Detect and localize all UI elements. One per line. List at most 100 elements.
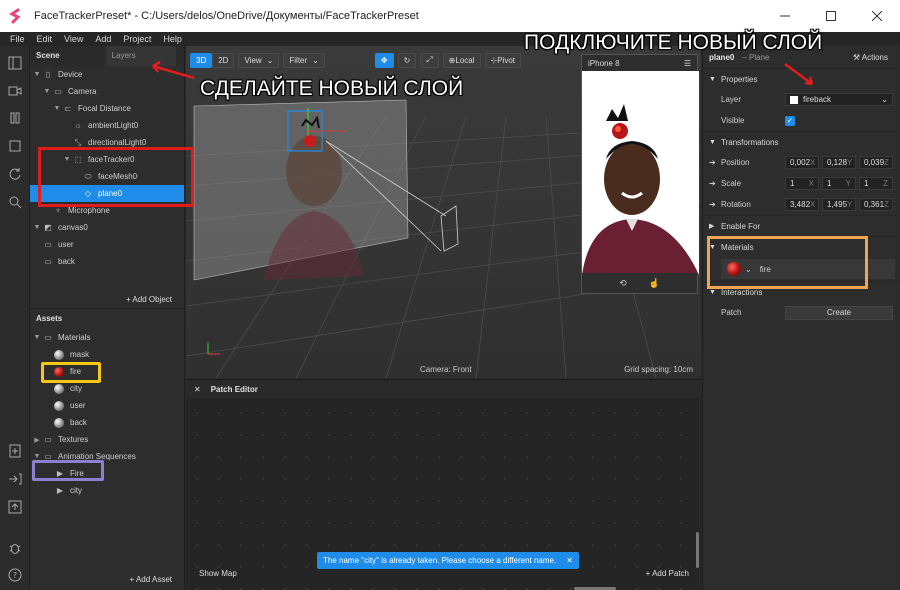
- keyframe-arrow-icon[interactable]: ➔: [709, 200, 721, 209]
- scale-x-field[interactable]: 1X: [785, 177, 819, 190]
- chevron-down-icon: ⌄: [266, 55, 274, 65]
- scale-tool-button[interactable]: ⤢: [420, 52, 439, 68]
- asset-item-city-sequence[interactable]: ▶ city: [30, 482, 184, 499]
- vertical-scrollbar[interactable]: [696, 532, 699, 568]
- tab-layers[interactable]: Layers: [105, 46, 176, 66]
- caret-down-icon[interactable]: ▼: [42, 88, 52, 95]
- touch-icon[interactable]: ☝: [649, 278, 660, 289]
- add-asset-button[interactable]: + Add Asset: [130, 575, 172, 584]
- tree-item-ambient-light[interactable]: ☼ ambientLight0: [30, 117, 184, 134]
- pivot-toggle[interactable]: ⊹ Pivot: [484, 52, 521, 68]
- menu-view[interactable]: View: [58, 34, 89, 44]
- minimize-button[interactable]: [762, 0, 808, 32]
- add-object-button[interactable]: + Add Object: [126, 295, 172, 304]
- add-patch-button[interactable]: + Add Patch: [646, 569, 689, 578]
- layout-icon[interactable]: [8, 56, 22, 70]
- tree-item-device[interactable]: ▼ ▯ Device: [30, 66, 184, 83]
- close-window-button[interactable]: [854, 0, 900, 32]
- search-icon[interactable]: [8, 195, 22, 209]
- move-tool-button[interactable]: ✥: [374, 52, 394, 68]
- close-patch-editor-icon[interactable]: ✕: [194, 385, 201, 394]
- caret-right-icon[interactable]: ▶: [32, 436, 42, 444]
- move-icon: ✥: [380, 55, 388, 65]
- add-file-icon[interactable]: [8, 444, 22, 458]
- create-patch-button[interactable]: Create: [785, 305, 893, 320]
- tree-item-camera[interactable]: ▼ ▭ Camera: [30, 83, 184, 100]
- rotation-z-field[interactable]: 0,361 Z: [859, 198, 893, 211]
- close-toast-icon[interactable]: ✕: [566, 556, 573, 565]
- rotation-x-value: 3,482: [790, 200, 811, 209]
- asset-item-mask[interactable]: mask: [30, 346, 184, 363]
- section-transformations[interactable]: ▼ Transformations: [703, 131, 900, 152]
- view-dropdown[interactable]: View ⌄: [238, 52, 280, 68]
- stop-icon[interactable]: [8, 139, 22, 153]
- preview-image: [582, 71, 699, 275]
- menu-help[interactable]: Help: [157, 34, 188, 44]
- asset-item-back[interactable]: back: [30, 414, 184, 431]
- rotate-tool-button[interactable]: ↻: [397, 52, 417, 68]
- local-toggle[interactable]: ⊕ Local: [442, 52, 481, 68]
- device-preview[interactable]: iPhone 8 ☰ ⟲ ☝: [581, 54, 699, 294]
- keyframe-arrow-icon[interactable]: ➔: [709, 158, 721, 167]
- asset-item-user[interactable]: user: [30, 397, 184, 414]
- scale-y-field[interactable]: 1Y: [822, 177, 856, 190]
- device-icon: ▯: [45, 70, 51, 79]
- menu-file[interactable]: File: [0, 34, 31, 44]
- asset-label: user: [70, 401, 86, 410]
- section-transformations-label: Transformations: [721, 137, 779, 147]
- tree-item-focal-distance[interactable]: ▼ ⊏ Focal Distance: [30, 100, 184, 117]
- caret-down-icon[interactable]: ▼: [52, 105, 62, 112]
- asset-folder-materials[interactable]: ▼ ▭ Materials: [30, 329, 184, 346]
- import-icon[interactable]: [8, 472, 22, 486]
- menu-edit[interactable]: Edit: [31, 34, 59, 44]
- actions-label: Actions: [861, 52, 888, 62]
- patch-editor-title: Patch Editor: [210, 384, 258, 394]
- annotation-new-layer: СДЕЛАЙТЕ НОВЫЙ СЛОЙ: [200, 77, 464, 100]
- view-3d-button[interactable]: 3D: [190, 52, 213, 68]
- menu-project[interactable]: Project: [117, 34, 157, 44]
- visible-checkbox[interactable]: ✓: [785, 115, 795, 126]
- position-y-field[interactable]: 0,128 Y: [822, 156, 856, 169]
- keyframe-arrow-icon[interactable]: ➔: [709, 179, 721, 188]
- position-y-value: 0,128: [827, 158, 848, 167]
- toast-message: The name "city" is already taken. Please…: [323, 556, 557, 565]
- add-patch-label: Add Patch: [652, 569, 689, 578]
- tree-item-canvas[interactable]: ▼ ◩ canvas0: [30, 219, 184, 236]
- rotation-x-field[interactable]: 3,482 X: [785, 198, 819, 211]
- refresh-icon[interactable]: [8, 167, 22, 181]
- camera-switch-icon[interactable]: ⟲: [619, 278, 627, 289]
- annotation-connect-layer: ПОДКЛЮЧИТЕ НОВЫЙ СЛОЙ: [524, 31, 823, 54]
- scale-row: ➔ Scale 1X 1Y 1Z: [703, 173, 900, 194]
- help-icon[interactable]: ?: [8, 568, 22, 582]
- video-icon[interactable]: [8, 84, 22, 98]
- tab-scene[interactable]: Scene: [30, 46, 66, 66]
- position-x-field[interactable]: 0,002 X: [785, 156, 819, 169]
- caret-down-icon: ▼: [709, 288, 716, 296]
- view-2d-button[interactable]: 2D: [212, 52, 235, 68]
- patch-editor[interactable]: ✕ Patch Editor Show Map + Add Patch The …: [186, 379, 701, 590]
- caret-down-icon[interactable]: ▼: [32, 71, 42, 78]
- section-enable-for[interactable]: ▶ Enable For: [703, 215, 900, 236]
- pause-icon[interactable]: [8, 111, 22, 125]
- position-z-field[interactable]: 0,039 Z: [859, 156, 893, 169]
- axis-x-label: X: [808, 179, 814, 188]
- layer-select[interactable]: fireback ⌄: [785, 93, 893, 106]
- upload-icon[interactable]: [8, 500, 22, 514]
- caret-down-icon[interactable]: ▼: [32, 224, 42, 231]
- asset-folder-textures[interactable]: ▶ ▭ Textures: [30, 431, 184, 448]
- device-name[interactable]: iPhone 8: [588, 59, 620, 68]
- menu-icon[interactable]: ☰: [684, 59, 691, 68]
- menu-add[interactable]: Add: [89, 34, 117, 44]
- show-map-button[interactable]: Show Map: [199, 569, 237, 578]
- filter-dropdown[interactable]: Filter ⌄: [283, 52, 325, 68]
- caret-down-icon[interactable]: ▼: [32, 334, 42, 341]
- bug-icon[interactable]: [8, 541, 22, 555]
- maximize-button[interactable]: [808, 0, 854, 32]
- actions-button[interactable]: ⚒ Actions: [853, 53, 888, 62]
- rotation-y-field[interactable]: 1,495 Y: [822, 198, 856, 211]
- tree-item-user[interactable]: ▭ user: [30, 236, 184, 253]
- tree-item-back[interactable]: ▭ back: [30, 253, 184, 270]
- caret-down-icon[interactable]: ▼: [32, 453, 42, 460]
- scale-z-field[interactable]: 1Z: [859, 177, 893, 190]
- section-properties[interactable]: ▼ Properties: [703, 68, 900, 89]
